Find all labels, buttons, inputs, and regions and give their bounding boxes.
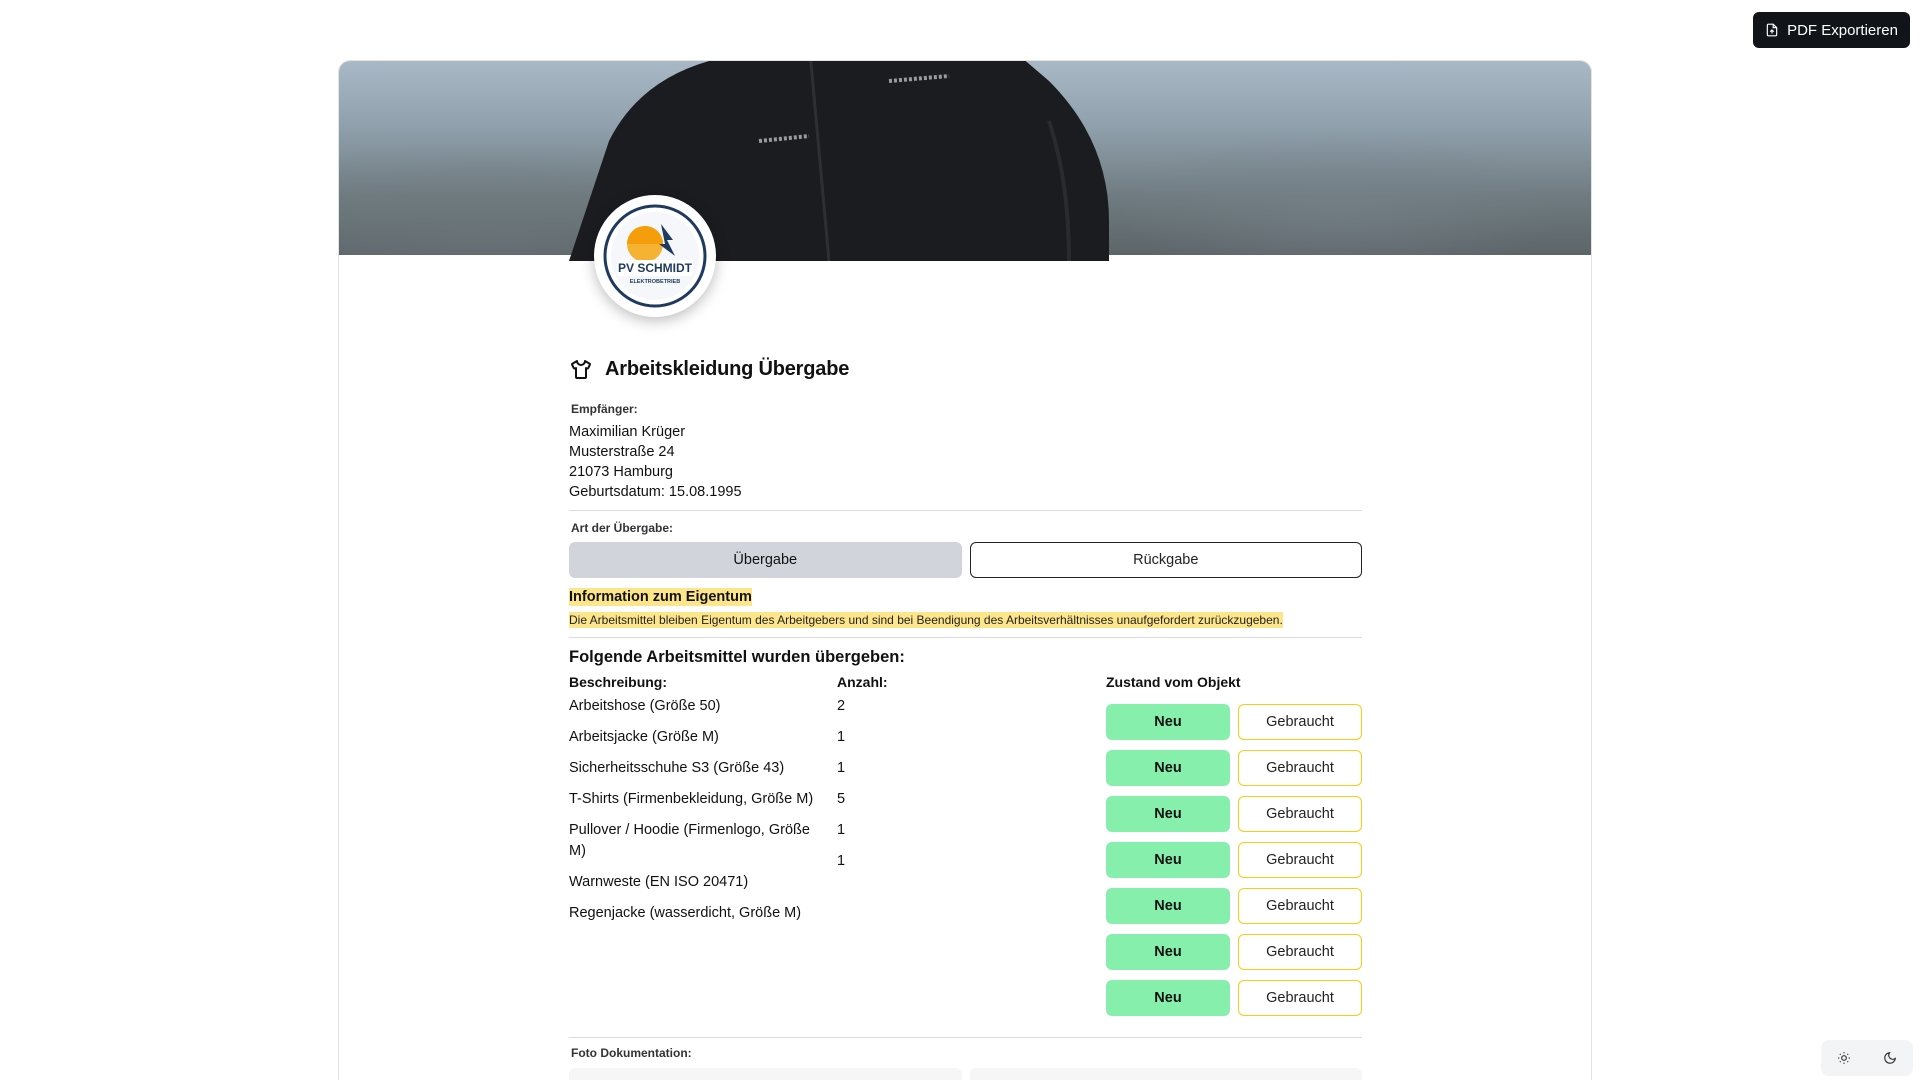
item-description: Arbeitsjacke (Größe M) xyxy=(569,729,719,745)
items-section-title: Folgende Arbeitsmittel wurden übergeben: xyxy=(569,648,905,666)
condition-row: Neu Gebraucht xyxy=(1106,750,1362,796)
recipient-street: Musterstraße 24 xyxy=(569,444,675,460)
file-export-icon xyxy=(1766,23,1778,37)
moon-icon xyxy=(1884,1052,1896,1064)
condition-used-button[interactable]: Gebraucht xyxy=(1238,842,1362,878)
pdf-export-button[interactable]: PDF Exportieren xyxy=(1753,12,1910,48)
condition-row: Neu Gebraucht xyxy=(1106,796,1362,842)
condition-used-button[interactable]: Gebraucht xyxy=(1238,750,1362,786)
condition-new-button[interactable]: Neu xyxy=(1106,980,1230,1016)
recipient-label: Empfänger: xyxy=(571,402,638,416)
form-content: Arbeitskleidung Übergabe Empfänger: Maxi… xyxy=(569,353,1362,1080)
condition-new-button[interactable]: Neu xyxy=(1106,796,1230,832)
condition-list: Neu Gebraucht Neu Gebraucht Neu Gebrauch… xyxy=(1106,704,1362,1026)
quantity-list: 2 1 1 5 1 1 xyxy=(837,696,845,882)
theme-toggle xyxy=(1821,1040,1913,1076)
item-quantity: 1 xyxy=(837,729,846,745)
recipient-name: Maximilian Krüger xyxy=(569,424,686,440)
item-description: Warnweste (EN ISO 20471) xyxy=(569,874,749,890)
ownership-info: Information zum Eigentum Die Arbeitsmitt… xyxy=(569,588,1362,629)
item-description: Regenjacke (wasserdicht, Größe M) xyxy=(569,905,802,921)
item-quantity: 1 xyxy=(837,853,846,869)
condition-row: Neu Gebraucht xyxy=(1106,842,1362,888)
condition-new-button[interactable]: Neu xyxy=(1106,934,1230,970)
condition-new-button[interactable]: Neu xyxy=(1106,704,1230,740)
company-logo: PV SCHMIDT ELEKTROBETRIEB xyxy=(594,195,716,317)
photo-documentation-label: Foto Dokumentation: xyxy=(571,1046,692,1060)
column-header-quantity: Anzahl: xyxy=(837,674,888,690)
logo-name: PV SCHMIDT xyxy=(618,261,693,275)
item-description: Arbeitshose (Größe 50) xyxy=(569,698,721,714)
ownership-info-text: Die Arbeitsmittel bleiben Eigentum des A… xyxy=(569,612,1283,628)
logo-subtitle: ELEKTROBETRIEB xyxy=(630,279,680,285)
condition-used-button[interactable]: Gebraucht xyxy=(1238,980,1362,1016)
condition-row: Neu Gebraucht xyxy=(1106,704,1362,750)
shirt-icon xyxy=(571,360,591,379)
condition-row: Neu Gebraucht xyxy=(1106,980,1362,1026)
transfer-type-section: Art der Übergabe: Übergabe Rückgabe xyxy=(569,521,1362,578)
pdf-export-label: PDF Exportieren xyxy=(1787,21,1898,39)
condition-new-button[interactable]: Neu xyxy=(1106,888,1230,924)
condition-new-button[interactable]: Neu xyxy=(1106,842,1230,878)
description-list: Arbeitshose (Größe 50) Arbeitsjacke (Grö… xyxy=(569,696,829,934)
item-quantity: 5 xyxy=(837,791,846,807)
divider xyxy=(569,1037,1362,1038)
condition-new-button[interactable]: Neu xyxy=(1106,750,1230,786)
column-header-condition: Zustand vom Objekt xyxy=(1106,674,1241,690)
item-description: Sicherheitsschuhe S3 (Größe 43) xyxy=(569,760,785,776)
item-description: Pullover / Hoodie (Firmenlogo, Größe M) xyxy=(569,822,810,859)
dark-mode-button[interactable] xyxy=(1882,1050,1898,1066)
divider xyxy=(569,510,1362,511)
header-banner-image: PV SCHMIDT ELEKTROBETRIEB xyxy=(339,61,1591,317)
item-quantity: 1 xyxy=(837,760,846,776)
photo-upload-slot[interactable] xyxy=(969,1068,1362,1080)
recipient-city: 21073 Hamburg xyxy=(569,464,673,480)
page-title: Arbeitskleidung Übergabe xyxy=(605,357,850,380)
condition-used-button[interactable]: Gebraucht xyxy=(1238,934,1362,970)
item-description: T-Shirts (Firmenbekleidung, Größe M) xyxy=(569,791,814,807)
sun-icon xyxy=(1838,1052,1850,1064)
condition-used-button[interactable]: Gebraucht xyxy=(1238,704,1362,740)
divider xyxy=(569,637,1362,638)
recipient-birthdate: Geburtsdatum: 15.08.1995 xyxy=(569,484,742,500)
ownership-info-title: Information zum Eigentum xyxy=(569,588,752,606)
condition-row: Neu Gebraucht xyxy=(1106,934,1362,980)
condition-row: Neu Gebraucht xyxy=(1106,888,1362,934)
recipient-section: Empfänger: Maximilian Krüger Musterstraß… xyxy=(569,402,1362,502)
handover-card: PV SCHMIDT ELEKTROBETRIEB Arbeitskleidun… xyxy=(338,60,1592,1080)
column-header-description: Beschreibung: xyxy=(569,674,668,690)
condition-used-button[interactable]: Gebraucht xyxy=(1238,888,1362,924)
transfer-type-label: Art der Übergabe: xyxy=(571,521,674,535)
items-table: Beschreibung: Anzahl: Zustand vom Objekt… xyxy=(569,674,1362,1029)
item-quantity: 2 xyxy=(837,698,846,714)
page-heading: Arbeitskleidung Übergabe xyxy=(569,353,1362,385)
transfer-type-handover-button[interactable]: Übergabe xyxy=(569,542,962,578)
photo-documentation-section: Foto Dokumentation: xyxy=(569,1046,1362,1080)
condition-used-button[interactable]: Gebraucht xyxy=(1238,796,1362,832)
photo-upload-slot[interactable] xyxy=(569,1068,962,1080)
transfer-type-return-button[interactable]: Rückgabe xyxy=(969,542,1362,578)
light-mode-button[interactable] xyxy=(1836,1050,1852,1066)
item-quantity: 1 xyxy=(837,822,846,838)
